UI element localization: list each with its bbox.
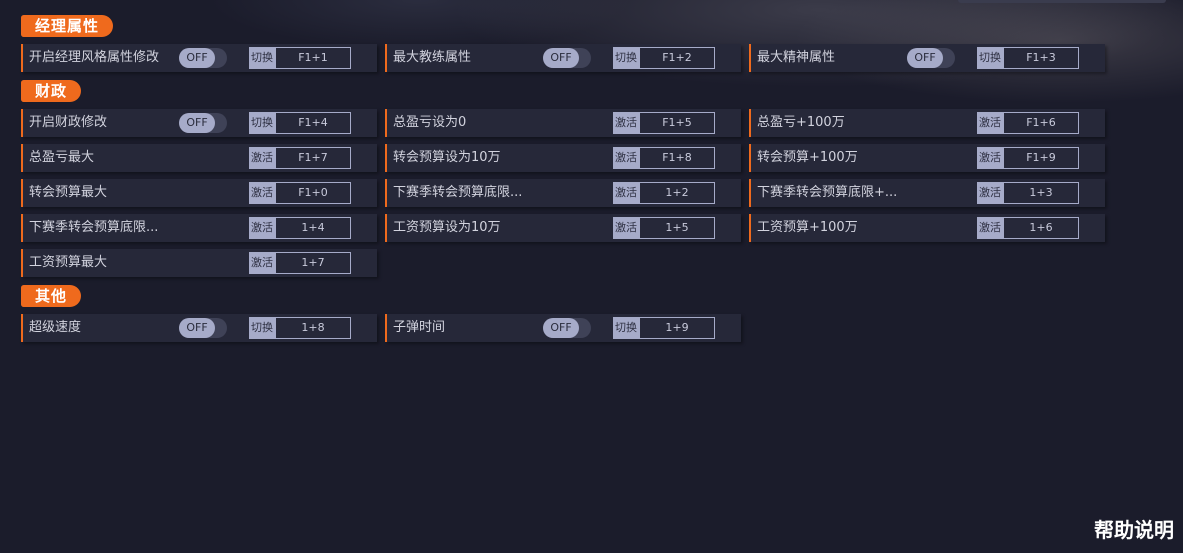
key-type-label: 激活 [977, 147, 1003, 169]
cheat-row-wage-max: 工资预算最大 激活 1+7 [21, 249, 377, 277]
row-label: 最大精神属性 [757, 50, 836, 65]
row-label: 最大教练属性 [393, 50, 472, 65]
cheat-row-pnl-plus: 总盈亏+100万 激活 F1+6 [749, 109, 1105, 137]
cheat-row-super-speed: 超级速度 OFF 切换 1+8 [21, 314, 377, 342]
cheat-row-finance-enable: 开启财政修改 OFF 切换 F1+4 [21, 109, 377, 137]
row-label: 总盈亏设为0 [393, 115, 467, 130]
toggle-state: OFF [543, 48, 579, 68]
toggle-switch[interactable]: OFF [179, 318, 227, 338]
hotkey-box[interactable]: 1+4 [275, 217, 351, 239]
key-type-label: 激活 [249, 182, 275, 204]
hotkey-box[interactable]: 1+6 [1003, 217, 1079, 239]
hotkey-box[interactable]: F1+3 [1003, 47, 1079, 69]
hotkey-box[interactable]: 1+8 [275, 317, 351, 339]
hotkey-box[interactable]: 1+7 [275, 252, 351, 274]
row-label: 子弹时间 [393, 320, 446, 335]
hotkey-box[interactable]: F1+1 [275, 47, 351, 69]
help-link[interactable]: 帮助说明 [1094, 514, 1174, 543]
key-type-label: 切换 [249, 317, 275, 339]
key-type-label: 激活 [613, 147, 639, 169]
toggle-switch[interactable]: OFF [179, 48, 227, 68]
hotkey-box[interactable]: F1+6 [1003, 112, 1079, 134]
toggle-switch[interactable]: OFF [179, 113, 227, 133]
section-tag-other: 其他 [21, 285, 82, 307]
section-tag-finance: 财政 [21, 80, 82, 102]
key-type-label: 切换 [613, 47, 639, 69]
cheat-row-manager-style: 开启经理风格属性修改 OFF 切换 F1+1 [21, 44, 377, 72]
toggle-switch[interactable]: OFF [907, 48, 955, 68]
key-type-label: 激活 [249, 217, 275, 239]
row-label: 下赛季转会预算底限... [393, 185, 523, 200]
key-type-label: 激活 [977, 112, 1003, 134]
key-type-label: 激活 [249, 147, 275, 169]
cheat-row-next-transfer-floor-plus: 下赛季转会预算底限+... 激活 1+3 [749, 179, 1105, 207]
hotkey-box[interactable]: F1+9 [1003, 147, 1079, 169]
key-type-label: 激活 [613, 112, 639, 134]
hotkey-box[interactable]: F1+5 [639, 112, 715, 134]
row-label: 转会预算+100万 [757, 150, 858, 165]
row-label: 超级速度 [29, 320, 82, 335]
cheat-row-transfer-max: 转会预算最大 激活 F1+0 [21, 179, 377, 207]
hotkey-box[interactable]: F1+8 [639, 147, 715, 169]
key-type-label: 激活 [613, 217, 639, 239]
row-label: 开启财政修改 [29, 115, 108, 130]
section-tag-manager-attributes: 经理属性 [21, 15, 114, 37]
hotkey-box[interactable]: 1+5 [639, 217, 715, 239]
cheat-row-wage-set: 工资预算设为10万 激活 1+5 [385, 214, 741, 242]
cheat-row-wage-plus: 工资预算+100万 激活 1+6 [749, 214, 1105, 242]
row-label: 开启经理风格属性修改 [29, 50, 160, 65]
key-type-label: 切换 [613, 317, 639, 339]
cheat-row-bullet-time: 子弹时间 OFF 切换 1+9 [385, 314, 741, 342]
cheat-row-max-mental: 最大精神属性 OFF 切换 F1+3 [749, 44, 1105, 72]
hotkey-box[interactable]: F1+0 [275, 182, 351, 204]
cheat-row-transfer-plus: 转会预算+100万 激活 F1+9 [749, 144, 1105, 172]
toggle-state: OFF [179, 48, 215, 68]
toggle-state: OFF [179, 318, 215, 338]
row-label: 转会预算最大 [29, 185, 108, 200]
key-type-label: 激活 [249, 252, 275, 274]
cheat-row-pnl-max: 总盈亏最大 激活 F1+7 [21, 144, 377, 172]
row-label: 下赛季转会预算底限... [29, 220, 159, 235]
top-scroll-strip [958, 0, 1166, 3]
key-type-label: 切换 [249, 112, 275, 134]
toggle-switch[interactable]: OFF [543, 48, 591, 68]
hotkey-box[interactable]: 1+3 [1003, 182, 1079, 204]
cheat-row-pnl-zero: 总盈亏设为0 激活 F1+5 [385, 109, 741, 137]
row-label: 转会预算设为10万 [393, 150, 501, 165]
cheat-row-transfer-set: 转会预算设为10万 激活 F1+8 [385, 144, 741, 172]
toggle-state: OFF [179, 113, 215, 133]
hotkey-box[interactable]: F1+2 [639, 47, 715, 69]
hotkey-box[interactable]: 1+9 [639, 317, 715, 339]
row-label: 工资预算+100万 [757, 220, 858, 235]
key-type-label: 切换 [249, 47, 275, 69]
hotkey-box[interactable]: 1+2 [639, 182, 715, 204]
row-label: 总盈亏+100万 [757, 115, 845, 130]
toggle-state: OFF [907, 48, 943, 68]
row-label: 总盈亏最大 [29, 150, 95, 165]
cheat-row-next-transfer-floor-b: 下赛季转会预算底限... 激活 1+4 [21, 214, 377, 242]
row-label: 工资预算设为10万 [393, 220, 501, 235]
cheat-row-max-coach: 最大教练属性 OFF 切换 F1+2 [385, 44, 741, 72]
row-label: 下赛季转会预算底限+... [757, 185, 898, 200]
key-type-label: 切换 [977, 47, 1003, 69]
hotkey-box[interactable]: F1+7 [275, 147, 351, 169]
key-type-label: 激活 [977, 217, 1003, 239]
key-type-label: 激活 [613, 182, 639, 204]
cheat-row-next-transfer-floor-a: 下赛季转会预算底限... 激活 1+2 [385, 179, 741, 207]
toggle-switch[interactable]: OFF [543, 318, 591, 338]
key-type-label: 激活 [977, 182, 1003, 204]
toggle-state: OFF [543, 318, 579, 338]
hotkey-box[interactable]: F1+4 [275, 112, 351, 134]
row-label: 工资预算最大 [29, 255, 108, 270]
